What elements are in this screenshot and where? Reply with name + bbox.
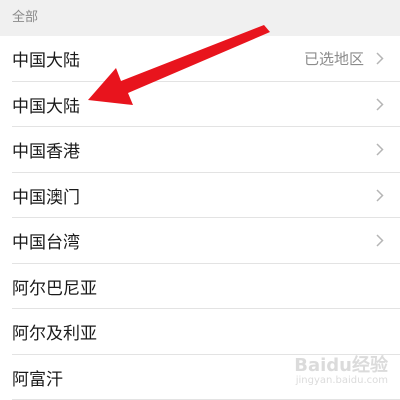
- region-name: 阿尔巴尼亚: [12, 278, 97, 299]
- watermark-text: Baidu经验: [294, 355, 388, 376]
- region-item[interactable]: 中国大陆: [0, 82, 400, 128]
- watermark-subtext: jingyan.baidu.com: [295, 375, 388, 386]
- section-header-all: 全部: [0, 0, 400, 36]
- region-item[interactable]: 中国澳门: [0, 173, 400, 219]
- region-name: 中国香港: [12, 142, 80, 163]
- chevron-right-icon: [374, 188, 386, 202]
- region-name: 中国台湾: [12, 233, 80, 254]
- region-name: 中国大陆: [12, 51, 80, 72]
- region-list: 中国大陆 已选地区 中国大陆 中国香港 中国澳门 中国台湾 阿尔巴尼亚 阿尔及利…: [0, 36, 400, 400]
- chevron-right-icon: [374, 143, 386, 157]
- region-picker-screen: 全部 中国大陆 已选地区 中国大陆 中国香港 中国澳门 中国台湾 阿尔巴尼亚 阿…: [0, 0, 400, 400]
- region-item[interactable]: 中国香港: [0, 127, 400, 173]
- region-item[interactable]: 阿尔及利亚: [0, 309, 400, 355]
- selected-region-label: 已选地区: [303, 50, 364, 69]
- region-name: 阿尔及利亚: [12, 324, 97, 345]
- region-item-selected[interactable]: 中国大陆 已选地区: [0, 36, 400, 82]
- region-name: 中国澳门: [12, 187, 80, 208]
- chevron-right-icon: [374, 52, 386, 66]
- chevron-right-icon: [374, 234, 386, 248]
- chevron-right-icon: [374, 97, 386, 111]
- region-item[interactable]: 中国台湾: [0, 218, 400, 264]
- region-name: 中国大陆: [12, 96, 80, 117]
- region-item[interactable]: 阿尔巴尼亚: [0, 264, 400, 310]
- baidu-jingyan-watermark: Baidu经验 jingyan.baidu.com: [294, 351, 388, 386]
